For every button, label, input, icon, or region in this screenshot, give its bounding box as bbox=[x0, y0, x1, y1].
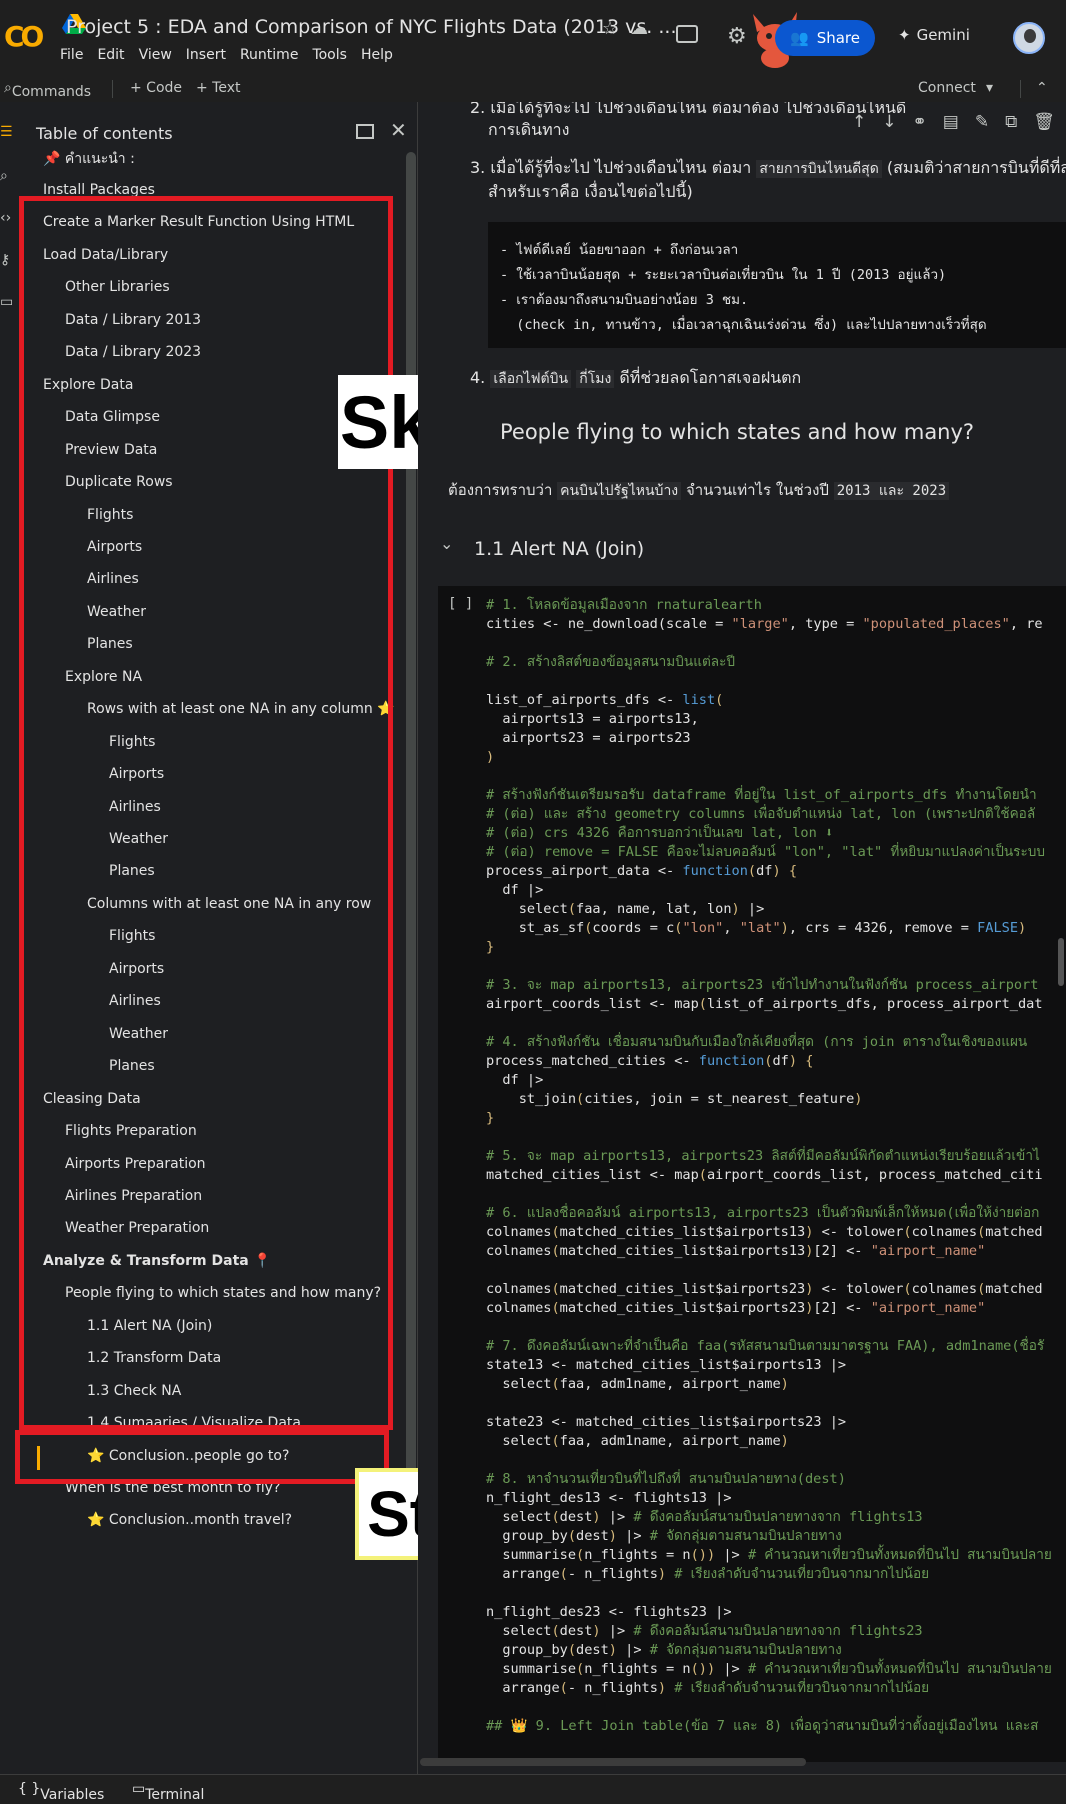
menu-edit[interactable]: Edit bbox=[97, 47, 124, 63]
find-icon[interactable]: ⌕ bbox=[0, 168, 8, 184]
toc-icon[interactable]: ☰ bbox=[0, 124, 13, 140]
left-rail: ☰ ⌕ ‹› ⚷ ▭ bbox=[0, 102, 18, 1774]
menu-help[interactable]: Help bbox=[361, 47, 393, 63]
add-text-button[interactable]: + Text bbox=[196, 80, 241, 96]
key-icon[interactable]: ⚷ bbox=[0, 252, 10, 268]
variables-button[interactable]: { } Variables bbox=[18, 1781, 104, 1803]
folder-icon[interactable]: ▭ bbox=[0, 294, 13, 310]
avatar[interactable] bbox=[1013, 22, 1045, 54]
people-icon: 👥 bbox=[790, 29, 809, 47]
comment-icon[interactable]: ▤ bbox=[943, 112, 959, 132]
comment-icon[interactable] bbox=[676, 25, 698, 43]
link-icon[interactable]: ⚭ bbox=[913, 112, 927, 132]
mirror-cell-icon[interactable]: ⧉ bbox=[1005, 112, 1017, 132]
code-editor[interactable]: # 1. โหลดข้อมูลเมืองจาก rnaturalearth ci… bbox=[486, 596, 1052, 1736]
menu-file[interactable]: File bbox=[60, 47, 83, 63]
notebook-toolbar: ⌕ Commands + Code + Text Connect ▾ ⌃ bbox=[0, 76, 1066, 102]
markdown-line: การเดินทาง bbox=[488, 120, 570, 139]
subsection-heading: 1.1 Alert NA (Join) bbox=[474, 538, 645, 560]
edit-icon[interactable]: ✎ bbox=[975, 112, 989, 132]
commands-button[interactable]: ⌕ Commands bbox=[4, 80, 91, 100]
colab-logo[interactable]: CO bbox=[4, 20, 44, 53]
sparkle-icon: ✦ bbox=[898, 26, 911, 44]
share-button[interactable]: 👥 Share bbox=[775, 20, 875, 56]
toc-note[interactable]: 📌 คำแนะนำ : bbox=[43, 148, 135, 170]
notebook-title[interactable]: Project 5 : EDA and Comparison of NYC Fl… bbox=[66, 16, 677, 38]
add-code-button[interactable]: + Code bbox=[130, 80, 182, 96]
toc-item[interactable]: ⭐ Conclusion..month travel? bbox=[87, 1512, 292, 1528]
menu-bar: File Edit View Insert Runtime Tools Help bbox=[60, 47, 393, 63]
start-region-highlight bbox=[15, 1430, 389, 1484]
collapse-chevron-icon[interactable]: ⌄ bbox=[440, 534, 453, 553]
markdown-line: 4. เลือกไฟต์บิน กี่โมง ดีที่ช่วยลดโอกาสเ… bbox=[470, 368, 802, 388]
delete-icon[interactable]: 🗑 bbox=[1033, 112, 1055, 132]
toc-title: Table of contents bbox=[36, 124, 173, 143]
cell-toolbar: ↑ ↓ ⚭ ▤ ✎ ⧉ 🗑 bbox=[852, 112, 1055, 132]
markdown-line: สำหรับเราคือ เงื่อนไขต่อไปนี้) bbox=[488, 182, 693, 201]
skip-region-highlight bbox=[19, 196, 393, 1430]
terminal-button[interactable]: ▭ Terminal bbox=[132, 1781, 204, 1803]
section-heading: People flying to which states and how ma… bbox=[500, 420, 975, 444]
vertical-scrollbar[interactable] bbox=[1058, 938, 1064, 986]
toolbar-divider bbox=[112, 80, 113, 98]
menu-view[interactable]: View bbox=[139, 47, 172, 63]
horizontal-scrollbar[interactable] bbox=[420, 1758, 806, 1766]
code-snippets-icon[interactable]: ‹› bbox=[0, 210, 11, 226]
menu-tools[interactable]: Tools bbox=[312, 47, 347, 63]
gemini-button[interactable]: ✦ Gemini bbox=[898, 26, 970, 44]
gear-icon[interactable]: ⚙ bbox=[727, 24, 747, 49]
connect-button[interactable]: Connect bbox=[918, 80, 976, 96]
toolbar-divider bbox=[1020, 80, 1021, 98]
chevron-down-icon[interactable]: ▾ bbox=[986, 80, 993, 96]
notebook-main: 2. เมื่อได้รู้ที่จะไป ไปช่วงเดือนไหน ต่อ… bbox=[418, 102, 1066, 1774]
bottom-bar: { } Variables ▭ Terminal bbox=[0, 1774, 1066, 1804]
section-description: ต้องการทราบว่า คนบินไปรัฐไหนบ้าง จำนวนเท… bbox=[448, 478, 950, 502]
menu-runtime[interactable]: Runtime bbox=[240, 47, 298, 63]
cloud-icon[interactable]: ☁ bbox=[630, 18, 648, 39]
run-cell-button[interactable]: [ ] bbox=[448, 596, 473, 612]
markdown-line: 3. เมื่อได้รู้ที่จะไป ไปช่วงเดือนไหน ต่อ… bbox=[470, 158, 1066, 178]
close-icon[interactable]: ✕ bbox=[390, 118, 407, 142]
markdown-code-block: - ไฟต์ดีเลย์ น้อยขาออก + ถึงก่อนเวลา - ใ… bbox=[488, 222, 1066, 348]
arrow-down-icon[interactable]: ↓ bbox=[882, 112, 896, 132]
chevron-up-icon[interactable]: ⌃ bbox=[1036, 80, 1048, 96]
arrow-up-icon[interactable]: ↑ bbox=[852, 112, 866, 132]
top-header: CO Project 5 : EDA and Comparison of NYC… bbox=[0, 0, 1066, 76]
menu-insert[interactable]: Insert bbox=[186, 47, 226, 63]
toc-scrollbar[interactable] bbox=[406, 152, 416, 1532]
open-in-tab-icon[interactable] bbox=[356, 124, 374, 139]
star-icon[interactable]: ☆ bbox=[602, 18, 618, 39]
